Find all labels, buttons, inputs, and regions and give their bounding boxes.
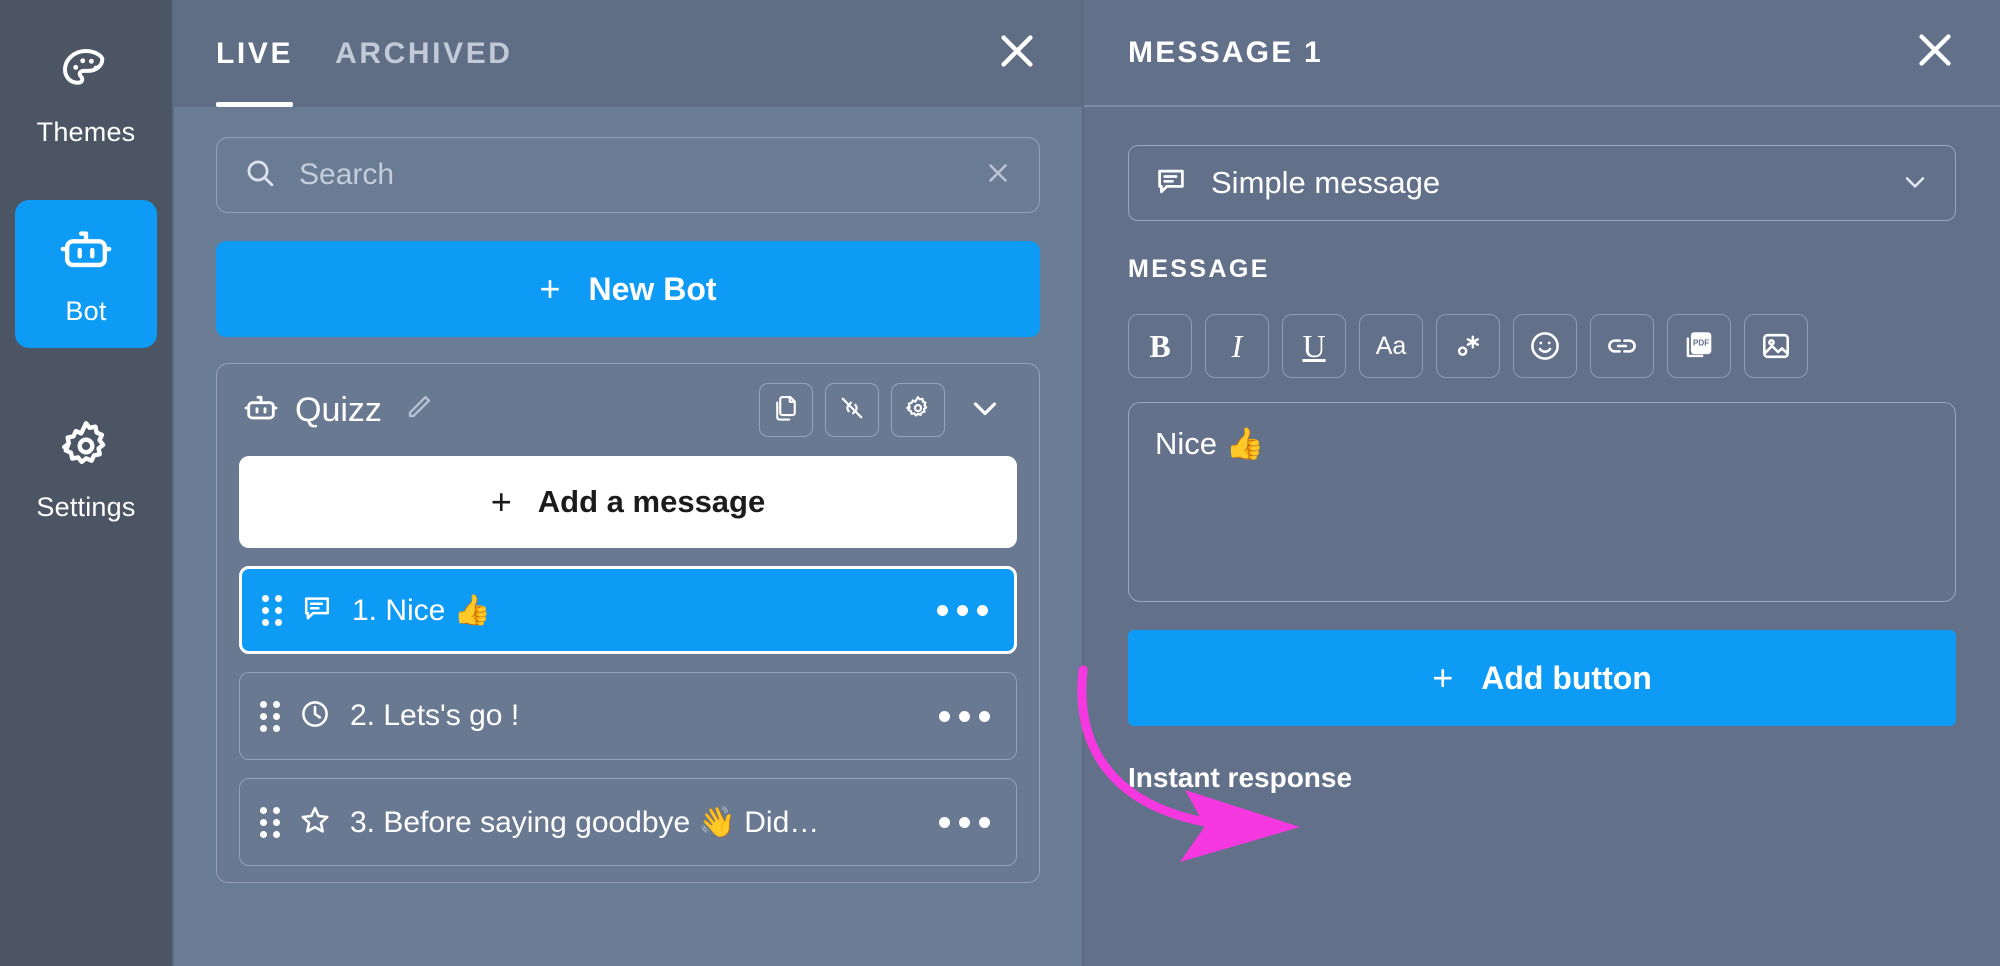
message-icon <box>1153 163 1189 204</box>
message-label: 2. Lets's go ! <box>350 699 520 732</box>
robot-icon <box>57 221 115 284</box>
sidebar-item-label: Bot <box>65 296 107 326</box>
add-message-label: Add a message <box>537 484 766 519</box>
font-size-glyph: Aa <box>1375 331 1407 360</box>
left-nav-rail: Themes Bot Settings <box>0 0 174 966</box>
search-clear-button[interactable] <box>983 158 1013 193</box>
sidebar-item-themes[interactable]: Themes <box>15 22 157 170</box>
bot-card-actions <box>759 383 1013 437</box>
instant-response-label: Instant response <box>1128 762 1353 793</box>
tab-archived[interactable]: ARCHIVED <box>335 0 512 107</box>
duplicate-icon <box>771 393 801 428</box>
bot-card-body: + Add a message 1. Nice 👍 2. Lets's go !… <box>217 456 1039 866</box>
bold-glyph: B <box>1149 328 1171 364</box>
message-editor-panel: MESSAGE 1 Simple message MESSAGE B I U A… <box>1084 0 2000 966</box>
bot-list-header: LIVE ARCHIVED <box>174 0 1082 107</box>
chevron-down-icon <box>1899 165 1931 202</box>
underline-glyph: U <box>1302 328 1326 364</box>
bot-list-panel: LIVE ARCHIVED Search + New Bot Quizz + A… <box>174 0 1084 966</box>
italic-icon[interactable]: I <box>1205 314 1269 378</box>
message-editor-header: MESSAGE 1 <box>1084 0 2000 107</box>
add-message-button[interactable]: + Add a message <box>239 456 1017 548</box>
chevron-down-icon <box>966 389 1004 432</box>
message-type-value: Simple message <box>1211 165 1441 200</box>
robot-icon <box>241 388 281 433</box>
message-text-editor[interactable]: Nice 👍 <box>1128 402 1956 602</box>
gear-icon <box>57 417 115 480</box>
tab-bar: LIVE ARCHIVED <box>216 0 513 107</box>
bot-list-body: Search + New Bot Quizz + Add a message 1… <box>174 107 1082 966</box>
plus-icon: + <box>490 481 512 522</box>
add-button-label: Add button <box>1481 659 1652 696</box>
new-bot-button[interactable]: + New Bot <box>216 241 1040 337</box>
tab-live[interactable]: LIVE <box>216 0 294 107</box>
italic-glyph: I <box>1231 328 1243 364</box>
more-icon[interactable] <box>923 604 988 616</box>
message-row-3[interactable]: 3. Before saying goodbye 👋 Did… <box>239 778 1017 866</box>
message-editor-body: Simple message MESSAGE B I U Aa PDF Nice… <box>1084 107 2000 966</box>
bot-card-header: Quizz <box>217 364 1039 456</box>
search-icon <box>243 156 277 195</box>
close-panel-button[interactable] <box>990 27 1044 81</box>
add-button-button[interactable]: + Add button <box>1128 630 1956 726</box>
close-icon <box>1912 27 1958 78</box>
clock-icon <box>298 697 332 736</box>
more-icon[interactable] <box>925 816 990 828</box>
drag-handle-icon[interactable] <box>262 594 282 626</box>
more-icon[interactable] <box>925 710 990 722</box>
drag-handle-icon[interactable] <box>260 700 280 732</box>
bot-card-quizz: Quizz + Add a message 1. Nice 👍 2. Lets'… <box>216 363 1040 883</box>
gear-icon <box>903 393 933 428</box>
message-label: 3. Before saying goodbye 👋 Did… <box>350 805 820 839</box>
app-root: Themes Bot Settings LIVE ARCHIVED Search… <box>0 0 2000 966</box>
image-icon[interactable] <box>1744 314 1808 378</box>
close-editor-button[interactable] <box>1908 26 1962 80</box>
pdf-icon[interactable]: PDF <box>1667 314 1731 378</box>
search-input[interactable]: Search <box>216 137 1040 213</box>
unlink-bot-button[interactable] <box>825 383 879 437</box>
close-icon <box>994 28 1040 79</box>
message-row-1[interactable]: 1. Nice 👍 <box>239 566 1017 654</box>
message-icon <box>300 591 334 630</box>
underline-icon[interactable]: U <box>1282 314 1346 378</box>
message-section-label: MESSAGE <box>1128 255 1270 283</box>
bot-settings-button[interactable] <box>891 383 945 437</box>
sidebar-item-bot[interactable]: Bot <box>15 200 157 348</box>
variable-icon[interactable] <box>1436 314 1500 378</box>
link-off-icon <box>837 393 867 428</box>
palette-icon <box>58 44 114 105</box>
collapse-bot-button[interactable] <box>957 383 1013 437</box>
bold-icon[interactable]: B <box>1128 314 1192 378</box>
message-text-value: Nice 👍 <box>1155 426 1265 461</box>
message-row-2[interactable]: 2. Lets's go ! <box>239 672 1017 760</box>
page-title: MESSAGE 1 <box>1128 35 1323 69</box>
svg-text:PDF: PDF <box>1693 338 1709 347</box>
link-icon[interactable] <box>1590 314 1654 378</box>
duplicate-bot-button[interactable] <box>759 383 813 437</box>
sidebar-item-label: Themes <box>36 117 136 147</box>
search-placeholder: Search <box>299 158 395 191</box>
rename-bot-button[interactable] <box>402 392 434 429</box>
formatting-toolbar: B I U Aa PDF <box>1128 314 1956 378</box>
pencil-icon <box>402 392 434 429</box>
emoji-icon[interactable] <box>1513 314 1577 378</box>
message-label: 1. Nice 👍 <box>352 593 492 627</box>
star-icon <box>298 803 332 842</box>
plus-icon: + <box>539 268 561 309</box>
drag-handle-icon[interactable] <box>260 806 280 838</box>
sidebar-item-settings[interactable]: Settings <box>15 396 157 544</box>
new-bot-label: New Bot <box>588 270 717 307</box>
font-size-icon[interactable]: Aa <box>1359 314 1423 378</box>
plus-icon: + <box>1432 657 1454 698</box>
message-type-select[interactable]: Simple message <box>1128 145 1956 221</box>
sidebar-item-label: Settings <box>36 492 136 522</box>
bot-name: Quizz <box>295 390 382 429</box>
